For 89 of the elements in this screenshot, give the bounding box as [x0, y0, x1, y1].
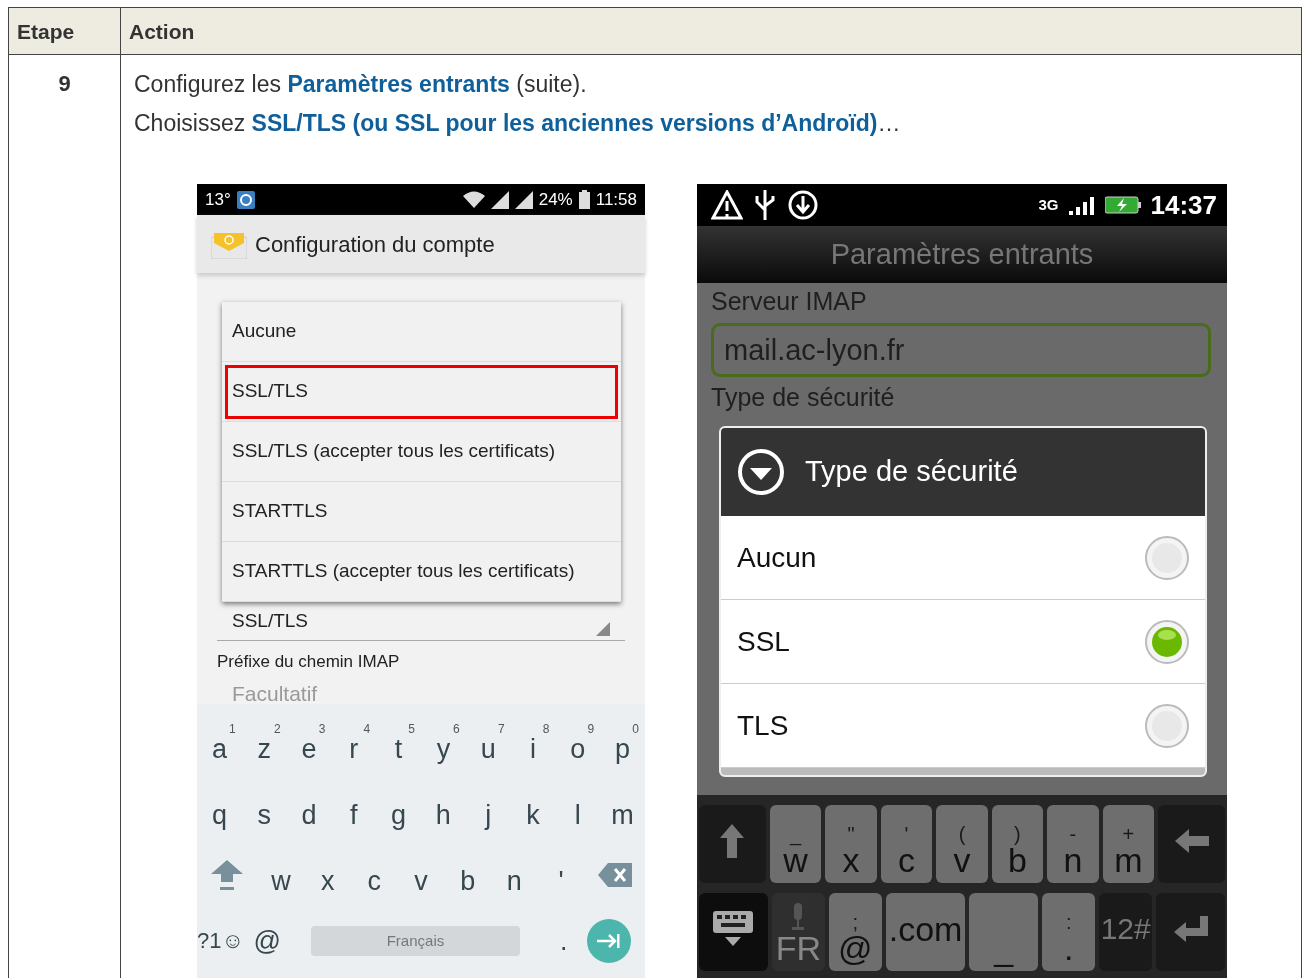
keyboard-key[interactable]: ?1☺	[197, 925, 244, 957]
keyboard-key[interactable]: ( v	[936, 805, 988, 883]
keyboard-key[interactable]: d	[286, 787, 332, 831]
dialog-title: Type de sécurité	[805, 454, 1018, 490]
keyboard-key[interactable]: - n	[1047, 805, 1099, 883]
app-notification-icon	[236, 190, 255, 209]
keyboard-key[interactable]: : .	[1042, 893, 1096, 971]
shift-key[interactable]	[699, 805, 766, 883]
field-label: Serveur IMAP	[711, 286, 868, 317]
keyboard-key[interactable]: b	[444, 853, 492, 897]
menu-option[interactable]: SSL/TLS (accepter tous les certificats)	[222, 422, 621, 482]
wifi-icon	[462, 190, 485, 209]
keyboard-key[interactable]: w	[257, 853, 305, 897]
battery-percent: 24%	[538, 188, 573, 211]
keyboard-key[interactable]: .	[540, 925, 587, 957]
keyboard-key[interactable]: g	[376, 787, 421, 831]
shift-icon[interactable]	[211, 860, 244, 890]
keyboard-key[interactable]: j	[465, 787, 511, 831]
radio-button[interactable]	[1145, 619, 1189, 664]
keyboard-key[interactable]: m	[600, 787, 645, 831]
signal-icon	[490, 190, 509, 209]
screen-title: Paramètres entrants	[697, 226, 1227, 283]
keyboard-key[interactable]: ' c	[880, 805, 933, 883]
warning-icon	[711, 190, 743, 220]
radio-button[interactable]	[1145, 535, 1189, 580]
column-header: Action	[128, 19, 196, 45]
menu-option[interactable]: STARTTLS	[222, 482, 621, 542]
battery-icon	[578, 190, 590, 209]
radio-button[interactable]	[1145, 703, 1189, 748]
up-arrow-icon	[720, 824, 745, 858]
enter-key[interactable]	[1156, 893, 1226, 971]
signal-icon	[514, 190, 533, 209]
dropdown-value: SSL/TLS	[232, 609, 309, 633]
menu-option[interactable]: SSL/TLS	[222, 362, 621, 422]
keyboard-key[interactable]: k	[510, 787, 556, 831]
menu-option[interactable]: Aucune	[222, 302, 621, 362]
keyboard-key[interactable]: v	[397, 853, 445, 897]
keyboard-key[interactable]: ) b	[991, 805, 1044, 883]
option-label: Aucun	[737, 540, 817, 575]
microphone-icon	[790, 903, 807, 931]
column-header: Etape	[9, 8, 121, 54]
numbers-key[interactable]: 12#	[1099, 893, 1153, 971]
backspace-key[interactable]	[1158, 805, 1225, 883]
step-number: 9	[57, 70, 72, 98]
keyboard-key[interactable]: h	[421, 787, 466, 831]
instruction-text: Configurez les Paramètres entrants (suite).	[134, 70, 588, 99]
keyboard-key[interactable]: c	[351, 853, 398, 897]
keyboard-key[interactable]: x	[304, 853, 351, 897]
dropdown-corner-icon	[596, 621, 610, 636]
keyboard-key[interactable]: q	[197, 787, 242, 831]
keyboard-key[interactable]: '	[537, 853, 585, 897]
keyboard-key[interactable]: .com	[885, 893, 966, 971]
signal-icon	[1068, 195, 1095, 215]
keyboard-key[interactable]: ; @	[828, 893, 882, 971]
left-arrow-icon	[1174, 829, 1209, 853]
network-type-text: 3G	[1038, 194, 1059, 215]
temperature-text: 13°	[205, 188, 231, 211]
dropdown-circle-icon	[737, 448, 785, 496]
tab-arrow-icon	[597, 933, 621, 949]
keyboard-key[interactable]: s	[241, 787, 287, 831]
field-label: Type de sécurité	[711, 382, 896, 413]
screen-title: Configuration du compte	[255, 230, 495, 259]
language-key[interactable]: FR	[771, 893, 825, 971]
instruction-text: Choisissez SSL/TLS (ou SSL pour les anciennes versions d’Androïd)…	[134, 109, 902, 138]
keyboard-key[interactable]: f	[331, 787, 377, 831]
option-label: SSL	[737, 624, 790, 659]
radio-option[interactable]: Aucun	[721, 516, 1205, 600]
enter-arrow-icon	[1173, 916, 1208, 942]
backspace-icon[interactable]	[597, 863, 632, 887]
security-dropdown[interactable]: SSL/TLS	[217, 603, 625, 641]
keyboard-key[interactable]: n	[491, 853, 538, 897]
clock-text: 14:37	[1150, 188, 1217, 222]
keyboard-key[interactable]: " x	[825, 805, 877, 883]
clock-text: 11:58	[595, 188, 637, 211]
menu-option[interactable]: STARTTLS (accepter tous les certificats)	[222, 542, 621, 602]
keyboard-icon	[713, 911, 754, 947]
keyboard-key[interactable]: + m	[1102, 805, 1155, 883]
keyboard-key[interactable]: @	[243, 925, 291, 957]
keyboard-key[interactable]: _	[969, 893, 1039, 971]
next-field-button[interactable]	[587, 919, 631, 963]
field-label: Préfixe du chemin IMAP	[217, 650, 401, 673]
keyboard-key[interactable]: _ w	[769, 805, 822, 883]
battery-charging-icon	[1104, 195, 1141, 215]
hide-keyboard-key[interactable]	[699, 893, 768, 971]
radio-option[interactable]: SSL	[721, 600, 1205, 684]
option-label: TLS	[737, 708, 789, 743]
keyboard-key[interactable]: l	[555, 787, 601, 831]
usb-icon	[753, 190, 777, 220]
download-icon	[787, 189, 819, 221]
